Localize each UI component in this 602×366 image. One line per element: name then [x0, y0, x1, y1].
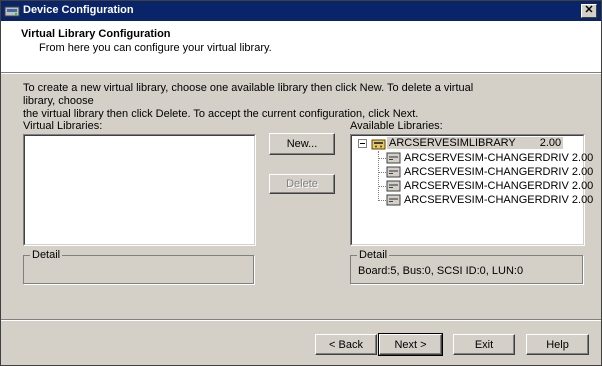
- tape-drive-icon: [386, 166, 401, 178]
- window-title: Device Configuration: [23, 4, 134, 16]
- instructions-text: To create a new virtual library, choose …: [23, 82, 474, 120]
- library-version: 2.00: [539, 137, 562, 149]
- tree-item-drive[interactable]: ARCSERVESIM-CHANGERDRIV 2.00: [404, 180, 593, 194]
- tape-drive-icon: [386, 194, 401, 206]
- library-icon: [371, 139, 386, 150]
- app-icon: [4, 6, 20, 17]
- available-library-detail-group: Detail Board:5, Bus:0, SCSI ID:0, LUN:0: [350, 249, 583, 284]
- detail-label: Detail: [357, 249, 390, 261]
- next-button[interactable]: Next >: [378, 333, 443, 356]
- virtual-libraries-list[interactable]: [23, 134, 256, 246]
- available-libraries-label: Available Libraries:: [350, 120, 443, 132]
- tree-item-drive[interactable]: ARCSERVESIM-CHANGERDRIV 2.00: [404, 152, 593, 166]
- page-subtitle: From here you can configure your virtual…: [39, 42, 272, 54]
- device-configuration-window: Device Configuration ✕ Virtual Library C…: [0, 0, 602, 366]
- collapse-toggle[interactable]: [358, 139, 367, 148]
- new-button[interactable]: New...: [269, 133, 335, 155]
- tape-drive-icon: [386, 180, 401, 192]
- title-bar[interactable]: Device Configuration ✕: [1, 1, 601, 21]
- tree-item-drive[interactable]: ARCSERVESIM-CHANGERDRIV 2.00: [404, 194, 593, 208]
- delete-button[interactable]: Delete: [269, 174, 335, 194]
- library-name: ARCSERVESIMLIBRARY: [389, 137, 516, 149]
- wizard-header: Virtual Library Configuration From here …: [1, 21, 601, 72]
- tape-drive-icon: [386, 152, 401, 164]
- help-button[interactable]: Help: [526, 334, 589, 355]
- tree-item-drive[interactable]: ARCSERVESIM-CHANGERDRIV 2.00: [404, 166, 593, 180]
- available-library-detail-text: Board:5, Bus:0, SCSI ID:0, LUN:0: [358, 265, 524, 277]
- page-title: Virtual Library Configuration: [21, 28, 171, 40]
- back-button[interactable]: < Back: [315, 334, 377, 355]
- virtual-library-detail-group: Detail: [23, 249, 254, 284]
- detail-label: Detail: [30, 249, 63, 261]
- tree-item-library[interactable]: ARCSERVESIMLIBRARY 2.00: [387, 137, 564, 151]
- virtual-libraries-label: Virtual Libraries:: [23, 120, 103, 132]
- exit-button[interactable]: Exit: [453, 334, 515, 355]
- close-icon: ✕: [584, 4, 594, 16]
- close-button[interactable]: ✕: [581, 4, 597, 18]
